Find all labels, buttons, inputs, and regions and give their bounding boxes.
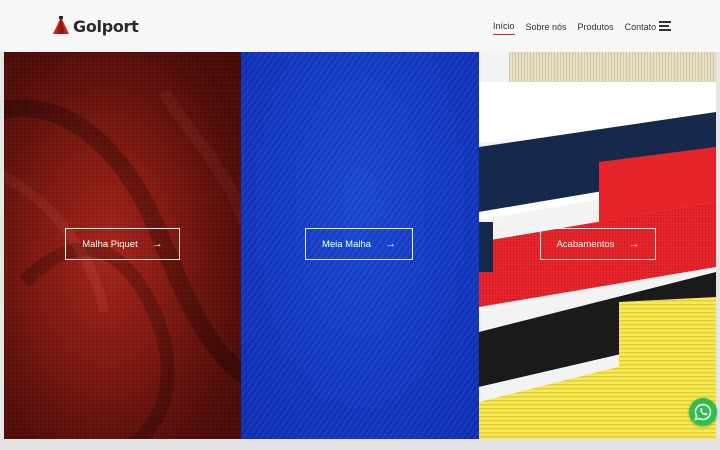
meia-malha-label: Meia Malha xyxy=(321,238,372,250)
whatsapp-icon[interactable] xyxy=(689,398,717,426)
nav-item-sobre-nos[interactable]: Sobre nós xyxy=(526,20,567,34)
panel-acabamentos[interactable]: Acabamentos → xyxy=(479,52,716,439)
whatsapp-glyph-icon xyxy=(694,403,712,421)
nav-item-produtos[interactable]: Produtos xyxy=(578,20,614,34)
malha-piquet-button[interactable]: Malha Piquet → xyxy=(65,228,180,260)
nav-item-inicio[interactable]: Início xyxy=(493,19,515,35)
acabamentos-button[interactable]: Acabamentos → xyxy=(540,228,656,260)
nav-item-contato[interactable]: Contato xyxy=(625,20,657,34)
arrow-right-icon: → xyxy=(151,238,163,250)
malha-piquet-label: Malha Piquet xyxy=(82,238,138,250)
acabamentos-label: Acabamentos xyxy=(556,238,615,250)
logo-mark-icon xyxy=(53,16,69,34)
main-nav: Início Sobre nós Produtos Contato xyxy=(493,19,667,35)
brand-logo[interactable]: Golport xyxy=(52,14,139,38)
arrow-right-icon: → xyxy=(628,238,640,250)
panel-malha-piquet[interactable]: Malha Piquet → xyxy=(4,52,241,439)
page-bottom-strip xyxy=(0,439,720,450)
brand-name: Golport xyxy=(73,16,139,36)
site-header: Golport Início Sobre nós Produtos Contat… xyxy=(0,0,720,52)
category-panels: Malha Piquet → Meia Malha → Acabamentos … xyxy=(4,52,716,439)
panel-meia-malha[interactable]: Meia Malha → xyxy=(241,52,479,439)
hamburger-icon[interactable] xyxy=(659,21,671,31)
arrow-right-icon: → xyxy=(385,238,397,250)
meia-malha-button[interactable]: Meia Malha → xyxy=(305,228,413,260)
